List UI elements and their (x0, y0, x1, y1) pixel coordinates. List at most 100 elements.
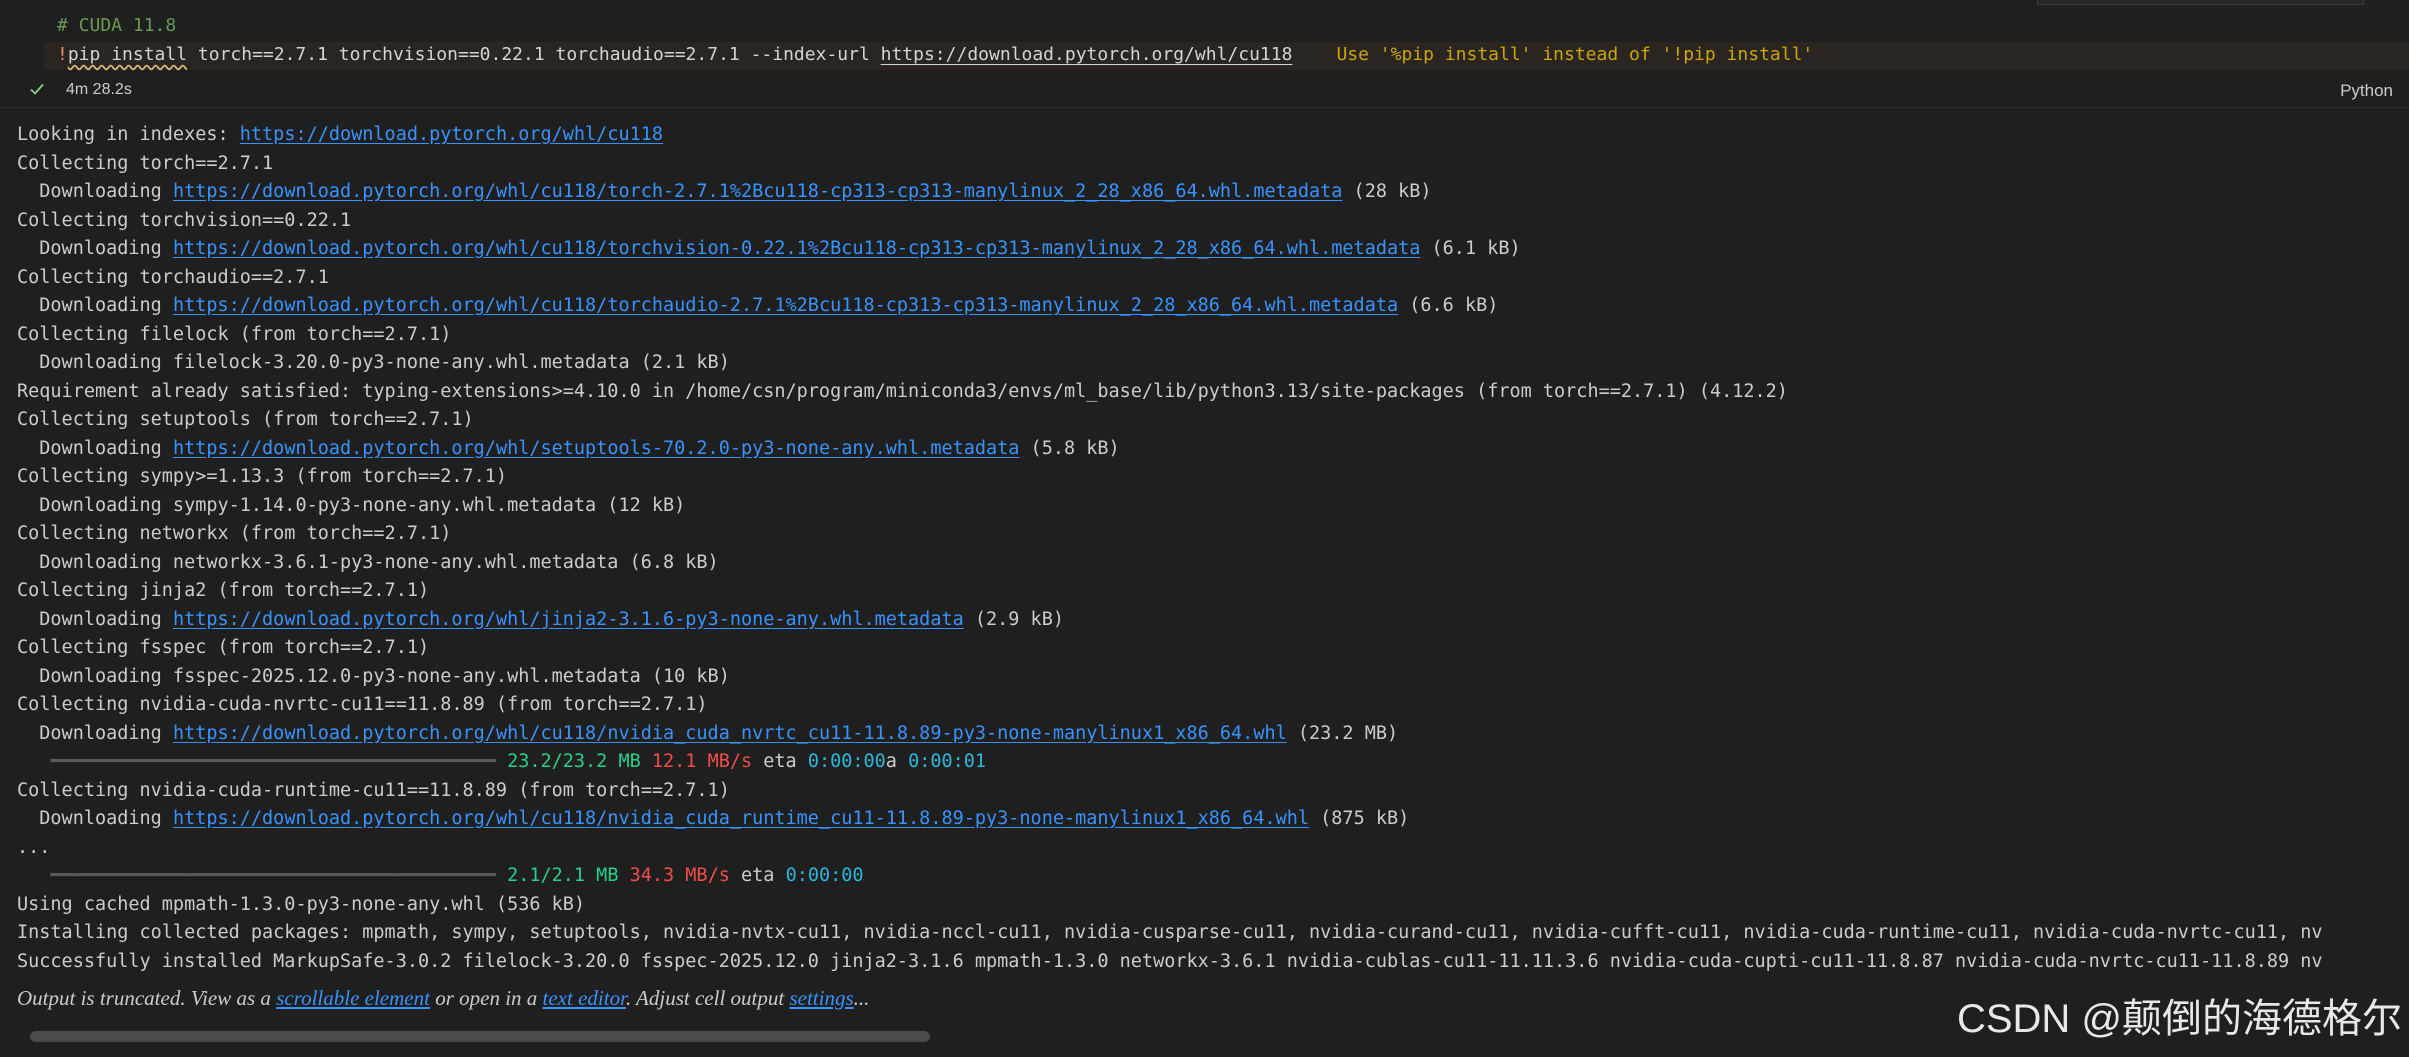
code-command-line[interactable]: !pip install torch==2.7.1 torchvision==0… (57, 44, 1813, 65)
output-line: Collecting sympy>=1.13.3 (from torch==2.… (17, 463, 2323, 492)
settings-link[interactable]: settings (789, 986, 853, 1010)
cell-toolbar-edge (2037, 0, 2364, 5)
output-text: Requirement already satisfied: typing-ex… (17, 380, 1788, 402)
output-text: Looking in indexes: (17, 124, 240, 145)
output-text: (6.1 kB) (1420, 238, 1521, 259)
output-text: Downloading fsspec-2025.12.0-py3-none-an… (17, 665, 730, 687)
progress-done: 23.2/23.2 MB (507, 751, 641, 772)
output-line: Downloading https://download.pytorch.org… (17, 606, 2323, 635)
output-text: Collecting jinja2 (from torch==2.7.1) (17, 580, 430, 601)
output-line: Collecting filelock (from torch==2.7.1) (17, 321, 2323, 350)
output-text: (6.6 kB) (1398, 295, 1499, 316)
output-text: (23.2 MB) (1286, 722, 1399, 744)
output-link[interactable]: https://download.pytorch.org/whl/cu118/n… (173, 723, 1287, 744)
output-text: Collecting sympy>=1.13.3 (from torch==2.… (17, 466, 508, 487)
bang-token: ! (57, 44, 68, 65)
output-link[interactable]: https://download.pytorch.org/whl/cu118 (240, 124, 663, 145)
output-line: Collecting fsspec (from torch==2.7.1) (17, 634, 2323, 663)
output-text: Collecting torchaudio==2.7.1 (17, 266, 329, 288)
truncation-text: Output is truncated. View as a (17, 986, 277, 1010)
output-text: Using cached mpmath-1.3.0-py3-none-any.w… (17, 893, 586, 915)
output-text: ... (17, 836, 51, 858)
progress-eta-label: eta (729, 865, 786, 886)
output-text: Downloading (17, 295, 173, 316)
output-text: (2.9 kB) (963, 608, 1064, 630)
progress-bar: ━━━━━━━━━━━━━━━━━━━━━━━━━━━━━━━━━━━━━━━━ (17, 865, 508, 886)
text-editor-link[interactable]: text editor (543, 986, 626, 1010)
output-line: Collecting torchvision==0.22.1 (17, 207, 2323, 236)
output-link[interactable]: https://download.pytorch.org/whl/cu118/t… (173, 295, 1398, 316)
output-line: Downloading https://download.pytorch.org… (17, 435, 2323, 464)
progress-extra-time: 0:00:01 (908, 751, 987, 772)
progress-eta: 0:00:00 (785, 865, 864, 886)
output-text: Installing collected packages: mpmath, s… (17, 922, 2323, 943)
output-link[interactable]: https://download.pytorch.org/whl/cu118/t… (173, 238, 1420, 259)
output-link[interactable]: https://download.pytorch.org/whl/setupto… (173, 438, 1019, 459)
truncation-text: ... (853, 986, 870, 1010)
output-line: Downloading https://download.pytorch.org… (17, 720, 2323, 749)
inline-warning: Use '%pip install' instead of '!pip inst… (1336, 44, 1814, 65)
output-link[interactable]: https://download.pytorch.org/whl/jinja2-… (173, 609, 964, 630)
output-text: Collecting torch==2.7.1 (17, 152, 274, 174)
kernel-language-button[interactable]: Python (2340, 81, 2393, 101)
progress-rate: 12.1 MB/s (651, 751, 753, 772)
pip-install-token: pip install (67, 44, 188, 65)
output-line: Collecting setuptools (from torch==2.7.1… (17, 406, 2323, 435)
truncation-text: . Adjust cell output (625, 986, 790, 1010)
execution-duration: 4m 28.2s (66, 81, 132, 98)
output-line: Collecting torchaudio==2.7.1 (17, 264, 2323, 293)
output-text: Downloading (17, 238, 173, 259)
output-line: Collecting networkx (from torch==2.7.1) (17, 520, 2323, 549)
output-text: Collecting nvidia-cuda-nvrtc-cu11==11.8.… (17, 694, 708, 715)
cell-status-bar: 4m 28.2s Python (0, 73, 2409, 108)
output-text: Downloading (17, 808, 173, 829)
output-text: Downloading (17, 722, 173, 744)
output-line: Downloading https://download.pytorch.org… (17, 805, 2323, 834)
index-url[interactable]: https://download.pytorch.org/whl/cu118 (881, 44, 1293, 65)
output-text: Collecting torchvision==0.22.1 (17, 209, 352, 231)
output-text: (28 kB) (1342, 181, 1432, 202)
code-cell[interactable]: # CUDA 11.8 !pip install torch==2.7.1 to… (0, 0, 2409, 73)
check-icon (30, 83, 44, 95)
scrollable-element-link[interactable]: scrollable element (276, 986, 430, 1010)
horizontal-scrollbar-thumb[interactable] (30, 1031, 930, 1042)
output-text: Downloading (17, 437, 173, 459)
output-text: Collecting fsspec (from torch==2.7.1) (17, 637, 430, 658)
progress-done: 2.1/2.1 MB (507, 865, 619, 886)
output-line: Collecting torch==2.7.1 (17, 150, 2323, 179)
output-line: Using cached mpmath-1.3.0-py3-none-any.w… (17, 891, 2323, 920)
output-text: Downloading (17, 608, 173, 630)
output-text: Collecting setuptools (from torch==2.7.1… (17, 409, 474, 430)
progress-line: ━━━━━━━━━━━━━━━━━━━━━━━━━━━━━━━━━━━━━━━━… (17, 862, 2323, 891)
output-text: Downloading filelock-3.20.0-py3-none-any… (17, 352, 730, 373)
progress-extra: a (885, 751, 909, 772)
output-text: (5.8 kB) (1019, 437, 1120, 459)
output-text: (875 kB) (1309, 808, 1410, 829)
progress-eta-label: eta (752, 751, 808, 772)
output-text: Collecting filelock (from torch==2.7.1) (17, 323, 452, 345)
command-args: torch==2.7.1 torchvision==0.22.1 torchau… (187, 44, 881, 65)
output-text: Downloading (17, 181, 173, 202)
output-text: Downloading networkx-3.6.1-py3-none-any.… (17, 551, 719, 573)
output-text: Downloading sympy-1.14.0-py3-none-any.wh… (17, 494, 686, 516)
output-text: Collecting networkx (from torch==2.7.1) (17, 523, 452, 544)
output-line: Requirement already satisfied: typing-ex… (17, 378, 2323, 407)
cell-output: Looking in indexes: https://download.pyt… (17, 121, 2323, 976)
output-link[interactable]: https://download.pytorch.org/whl/cu118/t… (173, 181, 1342, 202)
output-line: Downloading filelock-3.20.0-py3-none-any… (17, 349, 2323, 378)
output-line: Downloading fsspec-2025.12.0-py3-none-an… (17, 663, 2323, 692)
output-line: Downloading sympy-1.14.0-py3-none-any.wh… (17, 492, 2323, 521)
truncation-text: or open in a (429, 986, 543, 1010)
output-line: ... (17, 834, 2323, 863)
output-line: Collecting jinja2 (from torch==2.7.1) (17, 577, 2323, 606)
output-line: Installing collected packages: mpmath, s… (17, 919, 2323, 948)
output-line: Successfully installed MarkupSafe-3.0.2 … (17, 948, 2323, 977)
output-line: Downloading https://download.pytorch.org… (17, 235, 2323, 264)
output-line: Downloading https://download.pytorch.org… (17, 292, 2323, 321)
output-text: Successfully installed MarkupSafe-3.0.2 … (17, 950, 2323, 972)
output-line: Looking in indexes: https://download.pyt… (17, 121, 2323, 150)
output-line: Collecting nvidia-cuda-runtime-cu11==11.… (17, 777, 2323, 806)
output-link[interactable]: https://download.pytorch.org/whl/cu118/n… (173, 808, 1309, 829)
